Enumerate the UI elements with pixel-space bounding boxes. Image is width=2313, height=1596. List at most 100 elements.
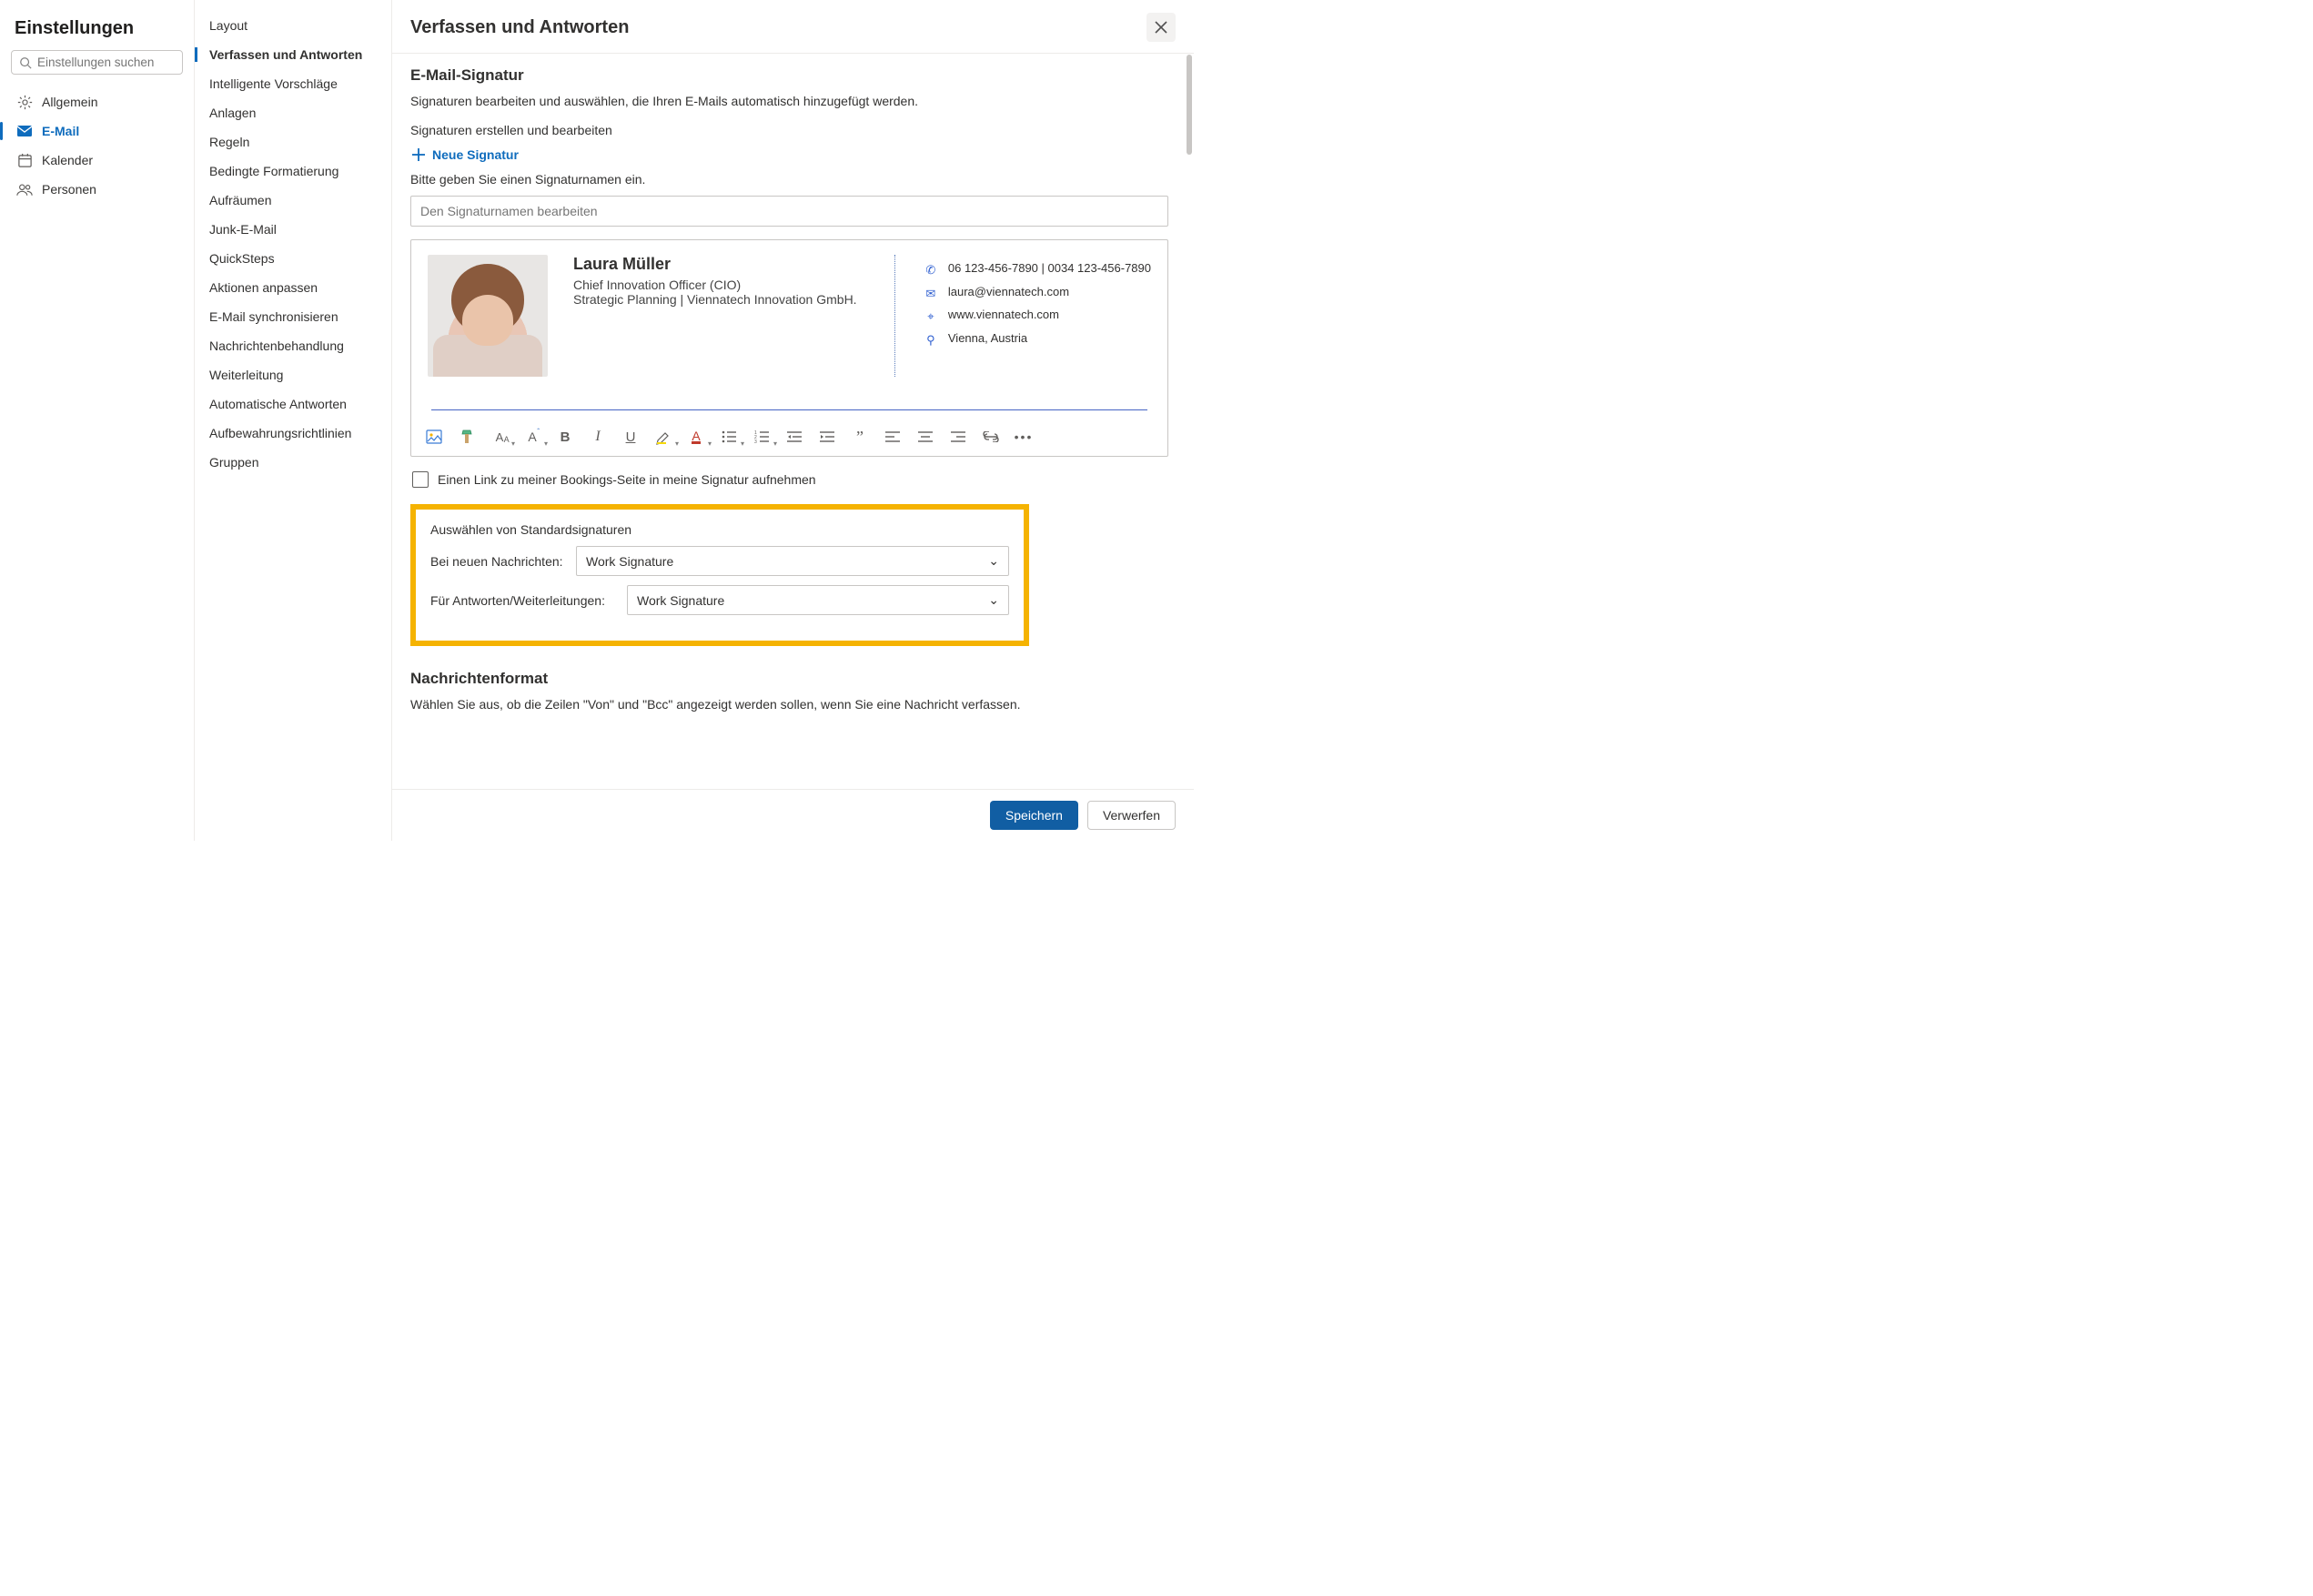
plus-icon xyxy=(410,146,427,163)
settings-title: Einstellungen xyxy=(11,15,183,50)
svg-text:3: 3 xyxy=(754,439,757,443)
signature-location: Vienna, Austria xyxy=(948,330,1027,347)
for-new-messages-value: Work Signature xyxy=(586,554,673,569)
bookings-link-label: Einen Link zu meiner Bookings-Seite in m… xyxy=(438,472,816,487)
signature-person-name: Laura Müller xyxy=(573,255,857,274)
format-painter-icon[interactable] xyxy=(457,427,477,447)
signature-editor[interactable]: Laura Müller Chief Innovation Officer (C… xyxy=(410,239,1168,457)
signature-description: Signaturen bearbeiten und auswählen, die… xyxy=(410,94,1168,108)
subnav-item[interactable]: E-Mail synchronisieren xyxy=(195,302,391,331)
for-new-messages-label: Bei neuen Nachrichten: xyxy=(430,554,567,569)
subnav-item[interactable]: Junk-E-Mail xyxy=(195,215,391,244)
close-icon xyxy=(1155,21,1167,34)
mail-icon: ✉ xyxy=(924,284,937,302)
subnav-item[interactable]: Aufbewahrungsrichtlinien xyxy=(195,419,391,448)
subnav-item[interactable]: Regeln xyxy=(195,127,391,157)
font-size-icon[interactable]: Aˆ▾ xyxy=(522,427,542,447)
signature-web: www.viennatech.com xyxy=(948,307,1059,323)
chevron-down-icon: ▾ xyxy=(741,439,744,448)
category-allgemein[interactable]: Allgemein xyxy=(11,87,183,116)
subnav-item[interactable]: Intelligente Vorschläge xyxy=(195,69,391,98)
signature-dept: Strategic Planning | Viennatech Innovati… xyxy=(573,292,857,307)
subnav-item[interactable]: Weiterleitung xyxy=(195,360,391,389)
quote-icon[interactable]: ” xyxy=(850,427,870,447)
settings-search[interactable] xyxy=(11,50,183,75)
signature-heading: E-Mail-Signatur xyxy=(410,66,1168,85)
subnav-item[interactable]: Bedingte Formatierung xyxy=(195,157,391,186)
discard-button[interactable]: Verwerfen xyxy=(1087,801,1176,830)
underline-icon[interactable]: U xyxy=(621,427,641,447)
subnav-item[interactable]: Layout xyxy=(195,11,391,40)
font-color-icon[interactable]: A▾ xyxy=(686,427,706,447)
category-label: Personen xyxy=(42,182,96,197)
subnav-item[interactable]: Automatische Antworten xyxy=(195,389,391,419)
people-icon xyxy=(16,181,33,197)
page-title: Verfassen und Antworten xyxy=(410,17,629,38)
gear-icon xyxy=(16,94,33,110)
align-center-icon[interactable] xyxy=(915,427,935,447)
subnav-item[interactable]: Anlagen xyxy=(195,98,391,127)
bullet-list-icon[interactable]: ▾ xyxy=(719,427,739,447)
scrollbar[interactable] xyxy=(1187,55,1192,155)
signature-name-input[interactable] xyxy=(410,196,1168,227)
signature-create-edit-label: Signaturen erstellen und bearbeiten xyxy=(410,123,1168,137)
font-family-icon[interactable]: AA▾ xyxy=(490,427,510,447)
subnav-item[interactable]: Gruppen xyxy=(195,448,391,477)
indent-decrease-icon[interactable] xyxy=(784,427,804,447)
chevron-down-icon: ▾ xyxy=(544,439,548,448)
message-format-heading: Nachrichtenformat xyxy=(410,670,1168,688)
signature-divider xyxy=(431,409,1147,410)
for-replies-value: Work Signature xyxy=(637,593,724,608)
more-icon[interactable]: ••• xyxy=(1014,427,1034,447)
align-left-icon[interactable] xyxy=(883,427,903,447)
subnav-item[interactable]: QuickSteps xyxy=(195,244,391,273)
number-list-icon[interactable]: 123▾ xyxy=(752,427,772,447)
chevron-down-icon: ▾ xyxy=(773,439,777,448)
category-label: E-Mail xyxy=(42,124,79,138)
new-signature-button[interactable]: Neue Signatur xyxy=(410,146,1168,163)
avatar-image xyxy=(428,255,548,377)
globe-icon: ⌖ xyxy=(924,307,937,325)
for-replies-select[interactable]: Work Signature ⌄ xyxy=(627,585,1009,615)
subnav-item[interactable]: Aufräumen xyxy=(195,186,391,215)
signature-role: Chief Innovation Officer (CIO) xyxy=(573,278,857,292)
main-panel: Verfassen und Antworten E-Mail-Signatur … xyxy=(392,0,1194,841)
category-personen[interactable]: Personen xyxy=(11,175,183,204)
subnav-item[interactable]: Verfassen und Antworten xyxy=(195,40,391,69)
category-label: Kalender xyxy=(42,153,93,167)
italic-icon[interactable]: I xyxy=(588,427,608,447)
default-signatures-heading: Auswählen von Standardsignaturen xyxy=(430,522,1009,537)
insert-link-icon[interactable] xyxy=(981,427,1001,447)
signature-email: laura@viennatech.com xyxy=(948,284,1069,300)
category-e-mail[interactable]: E-Mail xyxy=(11,116,183,146)
subnav-item[interactable]: Aktionen anpassen xyxy=(195,273,391,302)
settings-search-input[interactable] xyxy=(37,56,175,69)
indent-increase-icon[interactable] xyxy=(817,427,837,447)
settings-sidebar: Einstellungen Allgemein E-Mail Kalender Per… xyxy=(0,0,195,841)
chevron-down-icon: ▾ xyxy=(511,439,515,448)
category-label: Allgemein xyxy=(42,95,97,109)
for-new-messages-select[interactable]: Work Signature ⌄ xyxy=(576,546,1009,576)
format-toolbar: AA▾Aˆ▾BIU▾A▾▾123▾”••• xyxy=(411,418,1167,456)
new-signature-label: Neue Signatur xyxy=(432,147,519,162)
chevron-down-icon: ⌄ xyxy=(988,553,999,569)
chevron-down-icon: ⌄ xyxy=(988,592,999,608)
signature-name-prompt: Bitte geben Sie einen Signaturnamen ein. xyxy=(410,172,1168,187)
bold-icon[interactable]: B xyxy=(555,427,575,447)
align-right-icon[interactable] xyxy=(948,427,968,447)
save-button[interactable]: Speichern xyxy=(990,801,1078,830)
highlight-icon[interactable]: ▾ xyxy=(653,427,673,447)
signature-preview: Laura Müller Chief Innovation Officer (C… xyxy=(411,240,1167,386)
email-settings-subnav: LayoutVerfassen und AntwortenIntelligent… xyxy=(195,0,392,841)
subnav-item[interactable]: Nachrichtenbehandlung xyxy=(195,331,391,360)
signature-phone: 06 123-456-7890 | 0034 123-456-7890 xyxy=(948,260,1151,277)
mail-icon xyxy=(16,123,33,139)
insert-image-icon[interactable] xyxy=(424,427,444,447)
default-signatures-section: Auswählen von Standardsignaturen Bei neu… xyxy=(410,504,1029,646)
category-kalender[interactable]: Kalender xyxy=(11,146,183,175)
bookings-link-checkbox[interactable] xyxy=(412,471,429,488)
for-replies-label: Für Antworten/Weiterleitungen: xyxy=(430,593,618,608)
close-button[interactable] xyxy=(1146,13,1176,42)
search-icon xyxy=(19,56,32,69)
footer: Speichern Verwerfen xyxy=(392,789,1194,841)
